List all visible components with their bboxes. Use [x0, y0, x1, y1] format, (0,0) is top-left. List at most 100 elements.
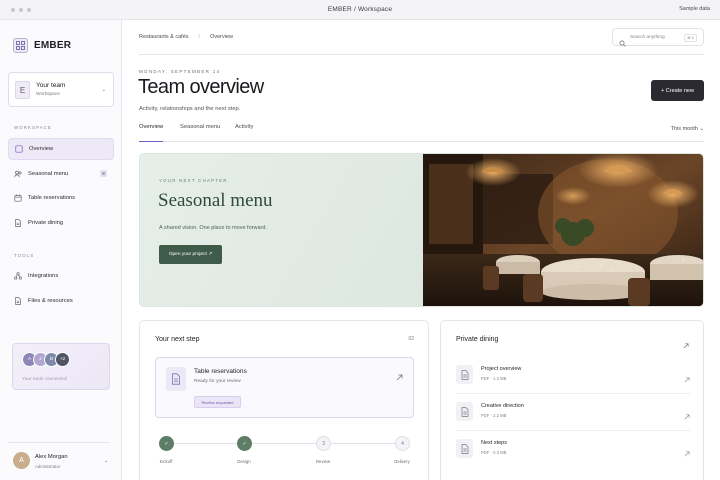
arrow-up-right-icon[interactable]	[684, 444, 690, 462]
window-title: EMBER / Workspace	[327, 6, 393, 13]
divider	[8, 442, 110, 443]
section-label-workspace: WORKSPACE	[14, 125, 52, 130]
create-new-button[interactable]: + Create new	[651, 80, 704, 101]
card-title: Private dining	[456, 336, 499, 343]
tab-bar: Overview Seasonal menu Activity This mon…	[139, 124, 704, 142]
period-select[interactable]: This month ⌄	[671, 126, 704, 132]
open-project-button[interactable]: Open your project ↗	[159, 245, 222, 264]
private-dining-card: Private dining Project overview PDF · 1.…	[440, 320, 704, 480]
step-marker: ✓	[237, 436, 252, 451]
task-title: Table reservations	[194, 368, 247, 375]
team-switcher[interactable]: E Your team Workspace ⌄	[8, 72, 114, 107]
sidebar-item-label: Table reservations	[28, 195, 76, 201]
sidebar-item-integrations[interactable]: Integrations	[8, 265, 114, 287]
keyboard-shortcut: ⌘ K	[684, 34, 697, 42]
document-icon	[166, 367, 186, 391]
sidebar-item-label: Integrations	[28, 273, 59, 279]
chevron-down-icon: ⌄	[101, 87, 106, 93]
user-role: Administrator	[35, 464, 61, 469]
hero-eyebrow: YOUR NEXT CHAPTER	[159, 178, 228, 183]
connected-tools-card[interactable]: A J B +2 Your tools connected	[12, 343, 110, 390]
hero-title: Seasonal menu	[158, 190, 273, 211]
search-icon	[619, 34, 626, 52]
search-input[interactable]: Search anything	[630, 35, 665, 40]
avatar-overflow: +2	[55, 352, 70, 367]
arrow-up-right-icon[interactable]	[684, 407, 690, 425]
file-meta: PDF · 0.3 MB	[481, 450, 507, 455]
section-label-tools: TOOLS	[14, 253, 35, 258]
sidebar-item-label: Overview	[29, 146, 54, 152]
sidebar-item-label: Files & resources	[28, 298, 73, 304]
breadcrumb-item-current[interactable]: Overview	[210, 34, 233, 40]
page-subtitle: Activity, relationships and the next ste…	[139, 106, 241, 112]
tab-activity[interactable]: Activity	[235, 124, 253, 142]
date-label: MONDAY, SEPTEMBER 14	[139, 69, 221, 74]
avatar[interactable]: A	[13, 452, 30, 469]
grid-icon	[13, 38, 28, 53]
team-avatar: E	[15, 81, 30, 99]
team-name: Your team	[36, 82, 66, 89]
divider	[139, 54, 704, 55]
file-meta: PDF · 2.2 MB	[481, 413, 507, 418]
step-label: Kickoff	[159, 459, 173, 464]
square-icon	[15, 145, 23, 153]
brand[interactable]: EMBER	[13, 38, 71, 53]
breadcrumb-separator: /	[198, 34, 201, 40]
step-label: Review	[315, 459, 331, 464]
sample-data-label[interactable]: Sample data	[679, 6, 710, 12]
brand-name: EMBER	[34, 40, 72, 51]
document-icon	[456, 402, 473, 421]
count-badge: 8	[100, 170, 107, 177]
sidebar-item-label: Private dining	[28, 220, 64, 226]
tab-seasonal-menu[interactable]: Seasonal menu	[180, 124, 220, 142]
sidebar-item-table-reservations[interactable]: Table reservations	[8, 187, 114, 209]
status-badge: Review requested	[194, 396, 241, 408]
search-box[interactable]: Search anything ⌘ K	[612, 28, 704, 47]
document-icon	[456, 365, 473, 384]
hero-content: YOUR NEXT CHAPTER Seasonal menu A shared…	[140, 154, 423, 306]
connected-text: Your tools connected	[22, 377, 67, 382]
document-icon	[14, 219, 22, 227]
sidebar-item-private-dining[interactable]: Private dining	[8, 212, 114, 234]
hero-text: A shared vision. One place to move forwa…	[159, 225, 267, 231]
breadcrumb: Restaurants & cafés / Overview	[139, 34, 233, 40]
step-label: Delivery	[394, 459, 410, 464]
task-card[interactable]: Table reservations Ready for your review…	[155, 357, 414, 418]
calendar-icon	[14, 194, 22, 202]
team-subtitle: Workspace	[36, 92, 60, 97]
sidebar-item-seasonal-menu[interactable]: Seasonal menu 8	[8, 163, 114, 185]
arrow-up-right-icon[interactable]	[684, 370, 690, 388]
restaurant-photo	[423, 154, 703, 306]
sidebar-item-files[interactable]: Files & resources	[8, 290, 114, 312]
window-titlebar: EMBER / Workspace Sample data	[0, 0, 720, 20]
sidebar: EMBER E Your team Workspace ⌄ WORKSPACE …	[0, 20, 122, 480]
file-row[interactable]: Creative direction PDF · 2.2 MB	[456, 394, 690, 431]
file-title: Project overview	[481, 366, 522, 372]
document-icon	[456, 439, 473, 458]
user-name: Alex Morgan	[35, 454, 68, 460]
sidebar-item-overview[interactable]: Overview	[8, 138, 114, 160]
file-row[interactable]: Next steps PDF · 0.3 MB	[456, 431, 690, 468]
document-icon	[14, 297, 22, 305]
page-title: Team overview	[138, 76, 264, 98]
step-marker: 4	[395, 436, 410, 451]
arrow-up-right-icon[interactable]	[396, 368, 403, 386]
chevron-down-icon[interactable]: ⌄	[104, 458, 108, 464]
file-meta: PDF · 1.2 MB	[481, 376, 507, 381]
task-subtitle: Ready for your review	[194, 379, 241, 384]
step-marker: ✓	[159, 436, 174, 451]
step-label: Design	[237, 459, 251, 464]
card-title: Your next step	[155, 336, 200, 343]
main-content: Restaurants & cafés / Overview Search an…	[122, 20, 720, 480]
arrow-up-right-icon[interactable]	[683, 336, 689, 354]
file-row[interactable]: Project overview PDF · 1.2 MB	[456, 357, 690, 394]
file-title: Creative direction	[481, 403, 524, 409]
step-marker: 3	[316, 436, 331, 451]
tab-overview[interactable]: Overview	[139, 124, 164, 142]
next-step-card: Your next step 02 Table reservations Rea…	[139, 320, 429, 480]
file-title: Next steps	[481, 440, 507, 446]
breadcrumb-item[interactable]: Restaurants & cafés	[139, 34, 189, 40]
people-icon	[14, 170, 22, 178]
hero-banner: YOUR NEXT CHAPTER Seasonal menu A shared…	[139, 153, 704, 307]
nodes-icon	[14, 272, 22, 280]
